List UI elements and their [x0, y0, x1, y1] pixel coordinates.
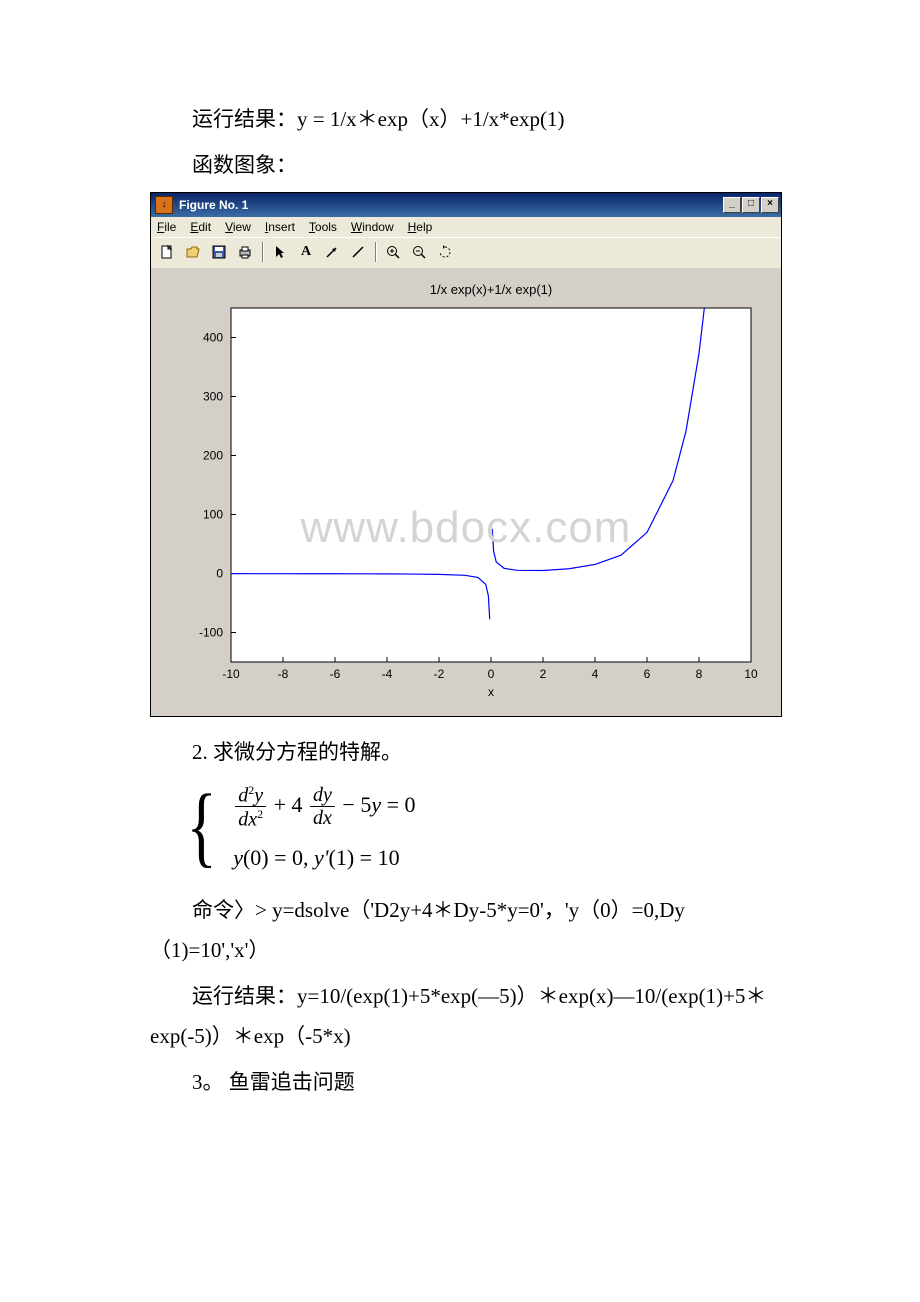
svg-text:0: 0	[488, 667, 495, 681]
svg-text:0: 0	[216, 566, 223, 580]
question-2: 2. 求微分方程的特解。	[150, 733, 780, 773]
figure-title: Figure No. 1	[179, 198, 248, 212]
open-icon[interactable]	[181, 240, 205, 264]
zoom-in-icon[interactable]	[381, 240, 405, 264]
svg-text:4: 4	[592, 667, 599, 681]
svg-text:-100: -100	[199, 625, 223, 639]
text-tool-icon[interactable]: A	[294, 240, 318, 264]
menu-window[interactable]: Window	[351, 220, 394, 234]
arrow-tool-icon[interactable]	[320, 240, 344, 264]
result-2: 运行结果：y=10/(exp(1)+5*exp(—5)）＊exp(x)—10/(…	[150, 977, 780, 1057]
svg-text:1/x exp(x)+1/x exp(1): 1/x exp(x)+1/x exp(1)	[430, 282, 552, 297]
new-icon[interactable]	[155, 240, 179, 264]
toolbar-separator	[375, 242, 376, 262]
pointer-icon[interactable]	[268, 240, 292, 264]
svg-text:-10: -10	[222, 667, 240, 681]
svg-text:-2: -2	[434, 667, 445, 681]
window-controls: _ □ ×	[722, 197, 779, 213]
menu-insert[interactable]: Insert	[265, 220, 295, 234]
svg-text:-4: -4	[382, 667, 393, 681]
figure-menubar: File Edit View Insert Tools Window Help	[151, 217, 781, 237]
question-3: 3。 鱼雷追击问题	[150, 1063, 780, 1103]
matlab-icon: ↓	[155, 196, 173, 214]
menu-tools[interactable]: Tools	[309, 220, 337, 234]
equation-1: d2ydx2 + 4 dydx − 5y = 0	[233, 783, 415, 831]
maximize-button[interactable]: □	[742, 197, 760, 213]
svg-text:400: 400	[203, 330, 223, 344]
menu-help[interactable]: Help	[408, 220, 433, 234]
figure-caption-intro: 函数图象：	[150, 146, 780, 186]
rotate-icon[interactable]	[433, 240, 457, 264]
svg-text:x: x	[488, 685, 494, 699]
equation-system: { d2ydx2 + 4 dydx − 5y = 0 y(0) = 0, y'(…	[180, 783, 780, 871]
menu-edit[interactable]: Edit	[190, 220, 211, 234]
print-icon[interactable]	[233, 240, 257, 264]
svg-text:2: 2	[540, 667, 547, 681]
result-line-1: 运行结果：y = 1/x＊exp（x）+1/x*exp(1)	[150, 100, 780, 140]
figure-titlebar: ↓ Figure No. 1 _ □ ×	[151, 193, 781, 217]
svg-text:10: 10	[744, 667, 758, 681]
minimize-button[interactable]: _	[723, 197, 741, 213]
svg-text:-6: -6	[330, 667, 341, 681]
command-line: 命令〉> y=dsolve（'D2y+4＊Dy-5*y=0'，'y（0）=0,D…	[150, 891, 780, 971]
toolbar-separator	[262, 242, 263, 262]
svg-text:200: 200	[203, 448, 223, 462]
menu-view[interactable]: View	[225, 220, 251, 234]
chart: 1/x exp(x)+1/x exp(1) -10 -8 -6 -4 -2 0 2 4 6 8 10 -…	[161, 278, 771, 702]
equation-2: y(0) = 0, y'(1) = 10	[233, 845, 415, 871]
figure-toolbar: A	[151, 237, 781, 268]
figure-window: ↓ Figure No. 1 _ □ × File Edit View Inse…	[150, 192, 782, 717]
svg-text:100: 100	[203, 507, 223, 521]
svg-text:-8: -8	[278, 667, 289, 681]
zoom-out-icon[interactable]	[407, 240, 431, 264]
svg-text:8: 8	[696, 667, 703, 681]
line-tool-icon[interactable]	[346, 240, 370, 264]
save-icon[interactable]	[207, 240, 231, 264]
plot-area: 1/x exp(x)+1/x exp(1) -10 -8 -6 -4 -2 0 2 4 6 8 10 -…	[151, 268, 781, 716]
svg-text:6: 6	[644, 667, 651, 681]
menu-file[interactable]: File	[157, 220, 176, 234]
close-button[interactable]: ×	[761, 197, 779, 213]
svg-text:300: 300	[203, 389, 223, 403]
